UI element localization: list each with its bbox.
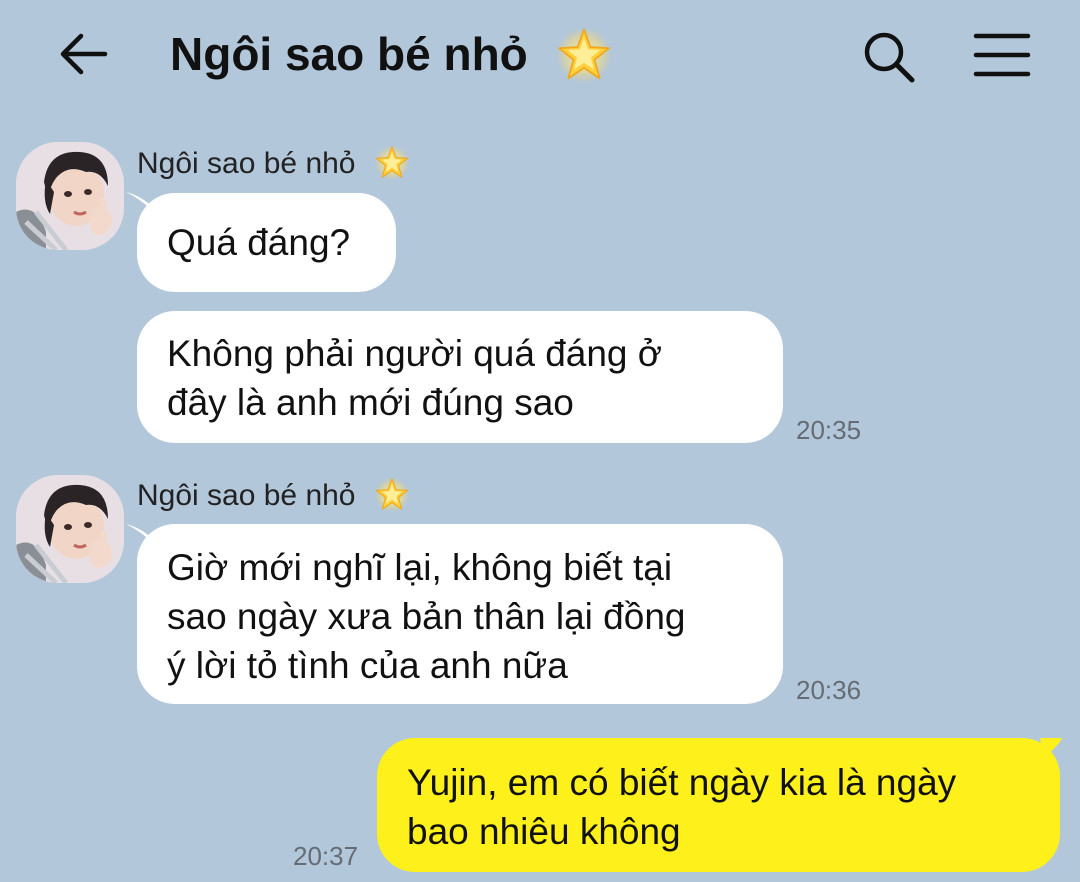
avatar[interactable]: [16, 142, 124, 250]
message-timestamp: 20:37: [293, 841, 359, 871]
sender-name: Ngôi sao bé nhỏ: [137, 144, 410, 184]
chat-title-text: Ngôi sao bé nhỏ: [170, 28, 528, 80]
avatar[interactable]: [16, 475, 124, 583]
message-bubble-outgoing[interactable]: Yujin, em có biết ngày kia là ngày bao n…: [377, 738, 1060, 872]
glowing-star-icon: [555, 25, 613, 83]
glowing-star-icon: [374, 144, 410, 180]
glowing-star-icon: [374, 476, 410, 512]
chat-title: Ngôi sao bé nhỏ: [170, 24, 613, 84]
message-bubble[interactable]: Giờ mới nghĩ lại, không biết tại sao ngà…: [137, 524, 783, 704]
message-timestamp: 20:35: [796, 415, 862, 445]
sender-name-text: Ngôi sao bé nhỏ: [137, 479, 356, 512]
back-arrow-icon[interactable]: [55, 26, 111, 82]
sender-name: Ngôi sao bé nhỏ: [137, 476, 410, 516]
message-bubble[interactable]: Không phải người quá đáng ở đây là anh m…: [137, 311, 783, 443]
menu-icon[interactable]: [972, 30, 1032, 80]
search-icon[interactable]: [860, 28, 918, 86]
bubble-tail: [1040, 738, 1062, 758]
message-text: Yujin, em có biết ngày kia là ngày bao n…: [407, 762, 957, 852]
message-text: Quá đáng?: [167, 222, 351, 263]
chat-header: Ngôi sao bé nhỏ: [0, 0, 1080, 110]
message-bubble[interactable]: Quá đáng?: [137, 193, 396, 292]
message-text: Giờ mới nghĩ lại, không biết tại sao ngà…: [167, 547, 686, 686]
message-timestamp: 20:36: [796, 675, 862, 705]
sender-name-text: Ngôi sao bé nhỏ: [137, 147, 356, 180]
message-text: Không phải người quá đáng ở đây là anh m…: [167, 333, 663, 423]
